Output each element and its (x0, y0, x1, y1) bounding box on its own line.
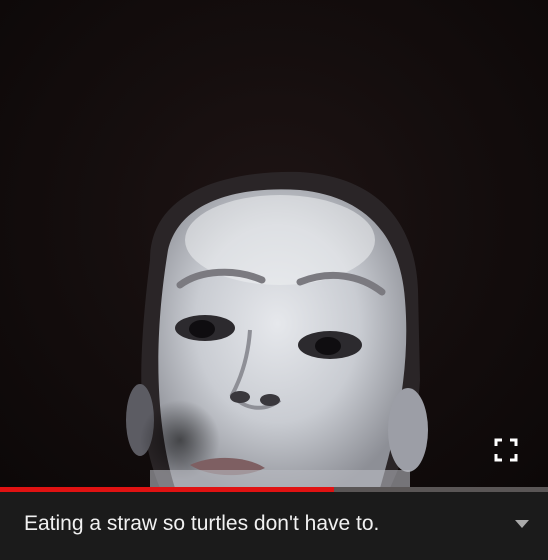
video-info-bar: Eating a straw so turtles don't have to. (0, 492, 548, 560)
fullscreen-icon (494, 438, 518, 462)
expand-description-button[interactable] (512, 516, 532, 532)
chevron-down-icon (515, 520, 529, 528)
video-title: Eating a straw so turtles don't have to. (24, 512, 380, 535)
video-frame[interactable] (0, 0, 548, 488)
video-still-image (126, 171, 428, 488)
video-player[interactable]: Eating a straw so turtles don't have to. (0, 0, 548, 560)
fullscreen-button[interactable] (492, 436, 520, 464)
